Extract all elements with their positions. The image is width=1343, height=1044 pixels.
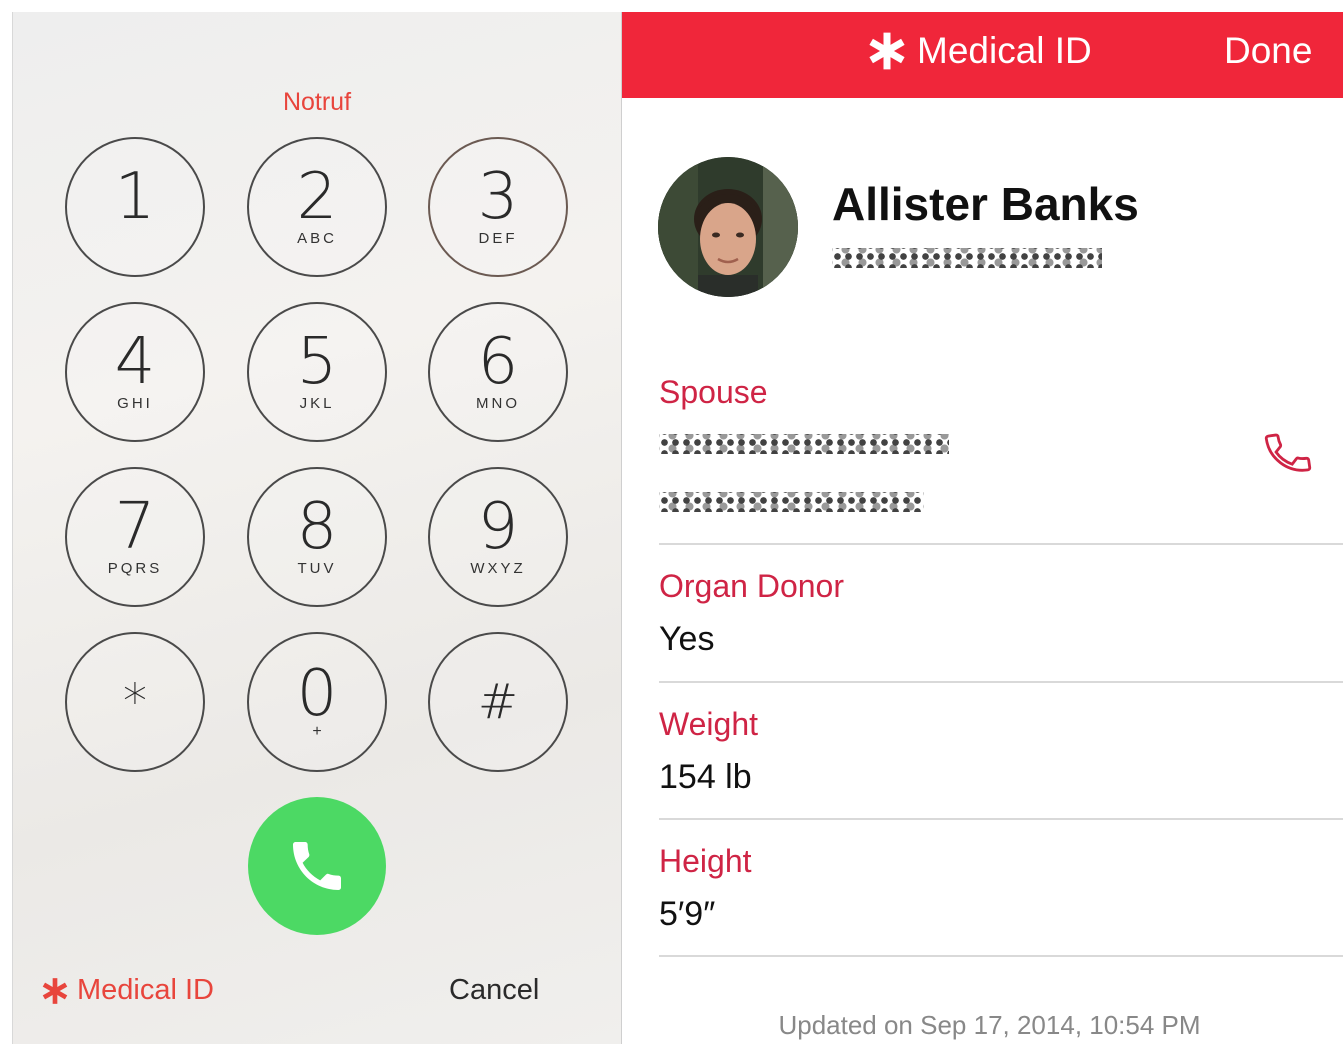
- organ-donor-label: Organ Donor: [659, 568, 844, 604]
- key-letters: DEF: [478, 230, 518, 247]
- header-title-text: Medical ID: [917, 30, 1092, 71]
- key-star[interactable]: *: [65, 632, 205, 772]
- key-digit: 2: [296, 160, 338, 234]
- updated-timestamp: Updated on Sep 17, 2014, 10:54 PM: [778, 1010, 1201, 1040]
- cancel-button[interactable]: Cancel: [449, 974, 539, 1007]
- height-value: 5′9″: [659, 895, 716, 933]
- weight-value: 154 lb: [659, 758, 752, 796]
- header-title: Medical ID: [867, 30, 1092, 72]
- key-digit: *: [123, 674, 147, 730]
- key-8[interactable]: 8 TUV: [247, 467, 387, 607]
- key-letters: JKL: [299, 395, 335, 412]
- redacted-spouse-phone: [659, 492, 924, 512]
- key-digit: 6: [477, 325, 519, 399]
- redacted-birthdate: [832, 248, 1102, 268]
- weight-label: Weight: [659, 706, 759, 742]
- key-4[interactable]: 4 GHI: [65, 302, 205, 442]
- divider: [659, 681, 1343, 683]
- divider: [659, 543, 1343, 545]
- key-letters: WXYZ: [470, 560, 526, 577]
- height-label: Height: [659, 843, 752, 879]
- medical-id-button[interactable]: Medical ID: [41, 974, 214, 1007]
- person-photo: [658, 157, 798, 297]
- key-1[interactable]: 1: [65, 137, 205, 277]
- key-0[interactable]: 0 +: [247, 632, 387, 772]
- key-digit: 5: [296, 325, 338, 399]
- key-digit: 0: [296, 657, 338, 731]
- key-digit: 8: [296, 490, 338, 564]
- key-2[interactable]: 2 ABC: [247, 137, 387, 277]
- key-digit: 9: [477, 490, 519, 564]
- key-digit: 1: [114, 160, 156, 234]
- done-button[interactable]: Done: [1224, 30, 1312, 72]
- key-letters: MNO: [476, 395, 520, 412]
- key-digit: 4: [114, 325, 156, 399]
- spouse-label: Spouse: [659, 374, 768, 410]
- key-letters: PQRS: [107, 560, 163, 577]
- key-5[interactable]: 5 JKL: [247, 302, 387, 442]
- key-7[interactable]: 7 PQRS: [65, 467, 205, 607]
- key-letters: ABC: [297, 230, 337, 247]
- medical-id-panel: Medical ID Done Allister Banks Spouse Or…: [621, 12, 1343, 1044]
- medical-id-header: Medical ID Done: [622, 12, 1343, 98]
- asterisk-icon: [42, 977, 68, 1004]
- asterisk-icon: [869, 32, 905, 70]
- top-margin: [0, 0, 1343, 12]
- divider: [659, 818, 1343, 820]
- call-button[interactable]: [248, 797, 386, 935]
- key-letters: +: [312, 723, 322, 740]
- emergency-dialer: Notruf 1 2 ABC 3 DEF 4 GHI 5 JKL 6 MNO 7…: [12, 12, 621, 1044]
- key-digit: 7: [114, 490, 156, 564]
- key-6[interactable]: 6 MNO: [428, 302, 568, 442]
- medical-id-label: Medical ID: [77, 974, 214, 1006]
- key-letters: TUV: [297, 560, 337, 577]
- key-digit: 3: [477, 160, 519, 234]
- key-hash[interactable]: #: [428, 632, 568, 772]
- phone-icon: [293, 842, 341, 890]
- redacted-spouse-name: [659, 434, 949, 454]
- key-digit: #: [477, 674, 519, 730]
- person-name: Allister Banks: [832, 178, 1139, 230]
- key-letters: GHI: [117, 395, 153, 412]
- phone-icon[interactable]: [1262, 427, 1314, 479]
- divider: [659, 955, 1343, 957]
- key-9[interactable]: 9 WXYZ: [428, 467, 568, 607]
- key-3[interactable]: 3 DEF: [428, 137, 568, 277]
- organ-donor-value: Yes: [659, 620, 715, 658]
- keypad: 1 2 ABC 3 DEF 4 GHI 5 JKL 6 MNO 7 PQRS 8…: [13, 12, 621, 812]
- avatar: [658, 157, 798, 297]
